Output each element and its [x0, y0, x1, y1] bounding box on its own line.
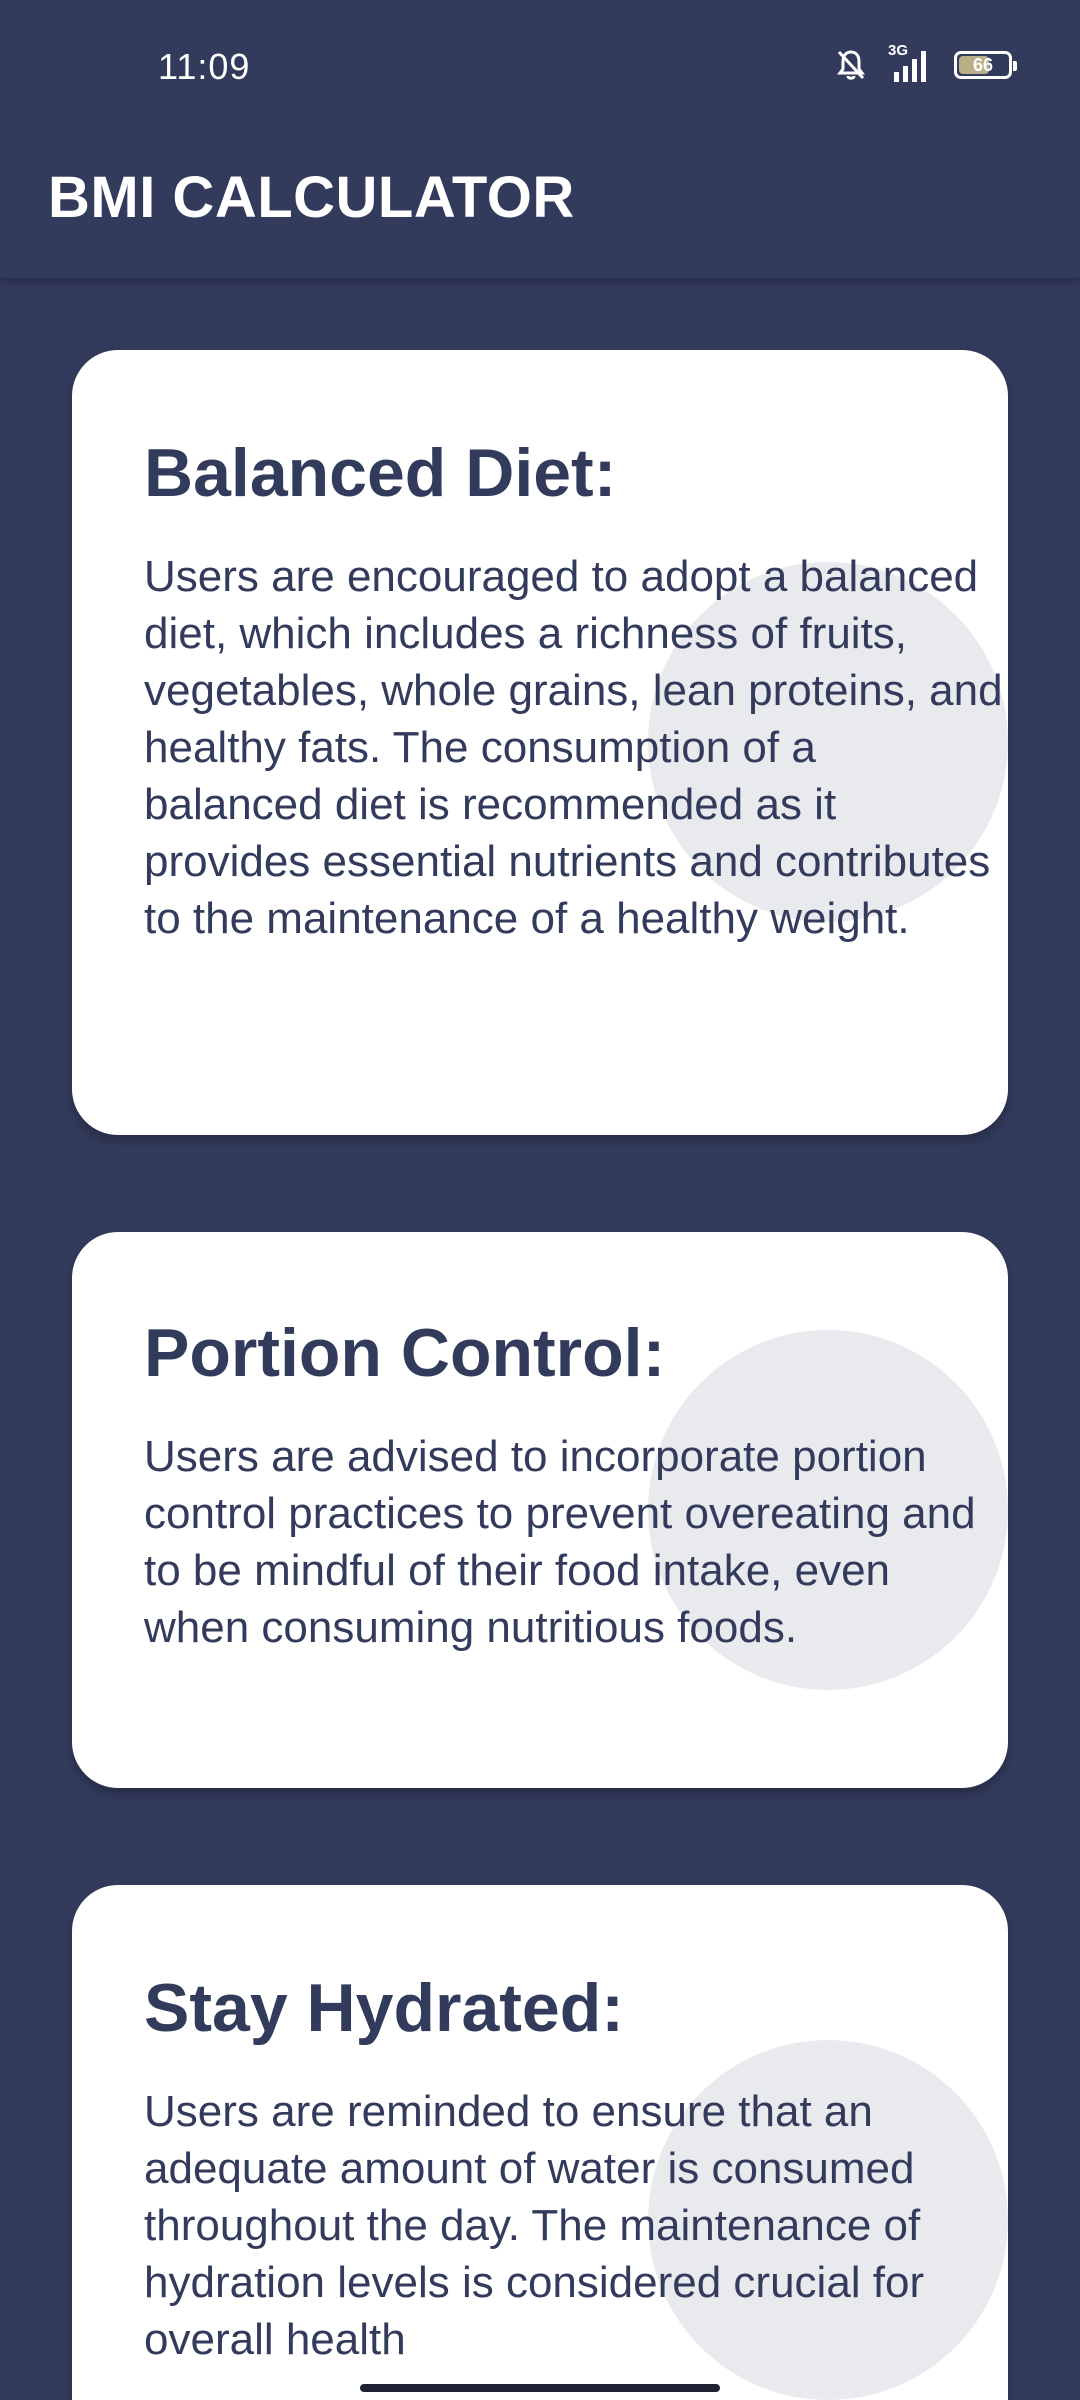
- status-time: 11:09: [158, 46, 251, 87]
- battery-icon: 66: [954, 51, 1017, 79]
- bell-off-icon: [836, 49, 866, 81]
- card-title: Portion Control:: [144, 1315, 666, 1391]
- battery-level: 66: [972, 54, 994, 75]
- app-title: BMI CALCULATOR: [48, 165, 575, 230]
- tip-card-balanced-diet: Balanced Diet: Users are encouraged to a…: [72, 350, 1008, 1135]
- status-bar: 11:09 3G 66: [0, 0, 1080, 130]
- screen: 11:09 3G 66 BMI CALCULATOR Balanced Diet…: [0, 0, 1080, 2400]
- card-body: Users are advised to incorporate portion…: [144, 1432, 976, 1652]
- battery-nub: [1013, 61, 1017, 71]
- signal-icon: 3G: [888, 42, 932, 82]
- card-body: Users are encouraged to adopt a balanced…: [144, 552, 1003, 943]
- status-icons: 3G 66: [836, 42, 1017, 82]
- tip-card-stay-hydrated: Stay Hydrated: Users are reminded to ens…: [72, 1885, 1008, 2400]
- card-body: Users are reminded to ensure that an ade…: [144, 2087, 925, 2364]
- tip-card-portion-control: Portion Control: Users are advised to in…: [72, 1232, 1008, 1788]
- app-bar: BMI CALCULATOR: [0, 130, 1080, 278]
- card-title: Balanced Diet:: [144, 435, 617, 511]
- gesture-nav-handle[interactable]: [360, 2384, 720, 2392]
- card-title: Stay Hydrated:: [144, 1970, 624, 2046]
